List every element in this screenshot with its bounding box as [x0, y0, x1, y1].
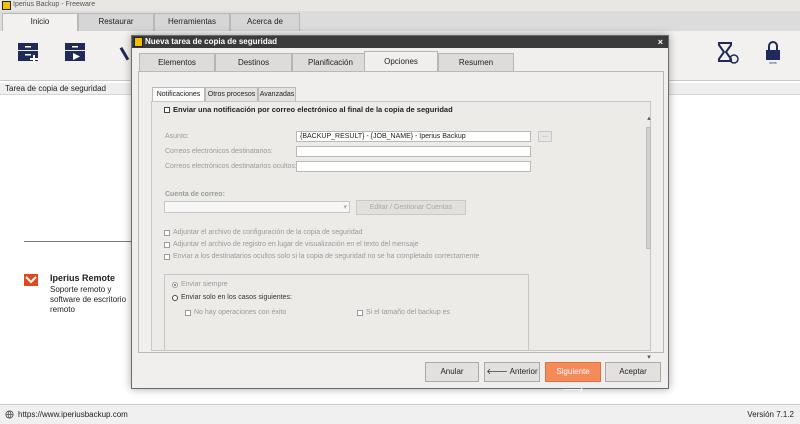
arrow-right-icon: 🡒	[562, 385, 584, 394]
iperius-remote-icon[interactable]	[24, 274, 38, 286]
chevron-down-icon: ▾	[343, 204, 347, 211]
subtab-otros-procesos[interactable]: Otros procesos	[205, 87, 258, 101]
panel-separator	[24, 241, 132, 242]
tool-icon[interactable]	[118, 39, 132, 67]
close-icon[interactable]: ×	[658, 36, 663, 48]
tab-destinos[interactable]: Destinos	[215, 53, 292, 71]
remote-description: Soporte remoto y software de escritorio …	[50, 285, 127, 314]
hidden-only-failed-checkbox[interactable]	[164, 254, 170, 260]
tab-restaurar[interactable]: Restaurar	[78, 13, 154, 31]
notifications-content: Enviar una notificación por correo elect…	[151, 101, 651, 351]
schedule-icon[interactable]	[714, 39, 740, 67]
cancel-button[interactable]: Anular	[425, 362, 479, 382]
account-label: Cuenta de correo:	[165, 191, 225, 198]
run-backup-icon[interactable]	[62, 39, 88, 67]
next-button[interactable]: Siguiente 🡒	[545, 362, 601, 394]
hidden-recipients-label: Correos electrónicos destinatarios ocult…	[165, 163, 297, 170]
arrow-left-icon: 🡐	[486, 367, 510, 376]
subject-label: Asunto:	[165, 133, 189, 140]
send-always-label: Enviar siempre	[181, 281, 228, 288]
subtab-avanzadas[interactable]: Avanzadas	[258, 87, 296, 101]
send-only-label: Enviar solo en los casos siguientes:	[181, 294, 292, 301]
tab-acerca-de[interactable]: Acerca de	[230, 13, 300, 31]
manage-accounts-button[interactable]: Editar / Gestionar Cuentas	[356, 200, 466, 215]
recipients-input[interactable]	[296, 146, 531, 157]
globe-icon	[5, 410, 14, 419]
main-tabs: Inicio Restaurar Herramientas Acerca de	[0, 11, 800, 32]
tab-elementos[interactable]: Elementos	[139, 53, 215, 71]
lock-icon[interactable]: ****	[760, 39, 786, 68]
attach-log-checkbox[interactable]	[164, 242, 170, 248]
tab-inicio[interactable]: Inicio	[2, 13, 78, 32]
remote-title[interactable]: Iperius Remote	[50, 273, 115, 283]
previous-button[interactable]: 🡐 Anterior	[484, 362, 540, 382]
dialog-titlebar: Nueva tarea de copia de seguridad ×	[132, 36, 668, 48]
hidden-only-failed-label: Enviar a los destinatarios ocultos solo …	[173, 253, 480, 260]
case-no-success-checkbox[interactable]	[185, 310, 191, 316]
new-backup-dialog: Nueva tarea de copia de seguridad × Elem…	[131, 35, 669, 394]
tab-resumen[interactable]: Resumen	[438, 53, 514, 71]
new-backup-icon[interactable]	[15, 39, 41, 67]
tab-planificacion[interactable]: Planificación	[292, 53, 369, 71]
version-label: Versión 7.1.2	[747, 410, 794, 419]
window-title: Iperius Backup - Freeware	[13, 1, 96, 8]
send-conditions-group: Enviar siempre Enviar solo en los casos …	[164, 274, 529, 350]
app-logo-icon	[2, 1, 11, 10]
previous-label: Anterior	[509, 367, 538, 376]
attach-config-label: Adjuntar el archivo de configuración de …	[173, 229, 363, 236]
website-link[interactable]: https://www.iperiusbackup.com	[18, 410, 128, 419]
options-panel: Notificaciones Otros procesos Avanzadas …	[138, 71, 664, 361]
scroll-down-icon[interactable]: ▾	[645, 354, 653, 362]
svg-text:****: ****	[769, 62, 777, 67]
email-notification-label: Enviar una notificación por correo elect…	[173, 105, 453, 114]
window-titlebar: Iperius Backup - Freeware	[0, 0, 800, 11]
case-size-label: Si el tamaño del backup es	[366, 309, 451, 316]
subject-insert-button[interactable]: …	[538, 131, 552, 142]
send-always-radio[interactable]	[172, 282, 178, 288]
scroll-up-icon[interactable]: ▴	[645, 115, 653, 123]
accept-button[interactable]: Aceptar	[605, 362, 661, 382]
send-only-radio[interactable]	[172, 295, 178, 301]
scroll-thumb[interactable]	[646, 127, 651, 249]
subtab-notificaciones[interactable]: Notificaciones	[152, 87, 205, 101]
hidden-recipients-input[interactable]	[296, 161, 531, 172]
dialog-title: Nueva tarea de copia de seguridad	[145, 37, 278, 46]
recipients-label: Correos electrónicos destinatarios:	[165, 148, 273, 155]
case-size-checkbox[interactable]	[357, 310, 363, 316]
next-label: Siguiente	[556, 367, 590, 376]
options-scrollbar[interactable]: ▴ ▾	[645, 115, 653, 362]
tab-herramientas[interactable]: Herramientas	[154, 13, 230, 31]
account-select[interactable]: ▾	[164, 201, 350, 213]
case-no-success-label: No hay operaciones con éxito	[194, 309, 287, 316]
dialog-logo-icon	[134, 37, 143, 47]
tab-opciones[interactable]: Opciones	[364, 51, 438, 72]
subject-input[interactable]: {BACKUP_RESULT} - {JOB_NAME} - Iperius B…	[296, 131, 531, 142]
status-bar: https://www.iperiusbackup.com Versión 7.…	[0, 404, 800, 424]
attach-log-label: Adjuntar el archivo de registro en lugar…	[173, 241, 419, 248]
email-notification-checkbox[interactable]	[164, 107, 170, 113]
left-panel: Tarea de copia de seguridad Iperius Remo…	[0, 83, 800, 403]
app-window: Iperius Backup - Freeware Inicio Restaur…	[0, 0, 800, 424]
attach-config-checkbox[interactable]	[164, 230, 170, 236]
